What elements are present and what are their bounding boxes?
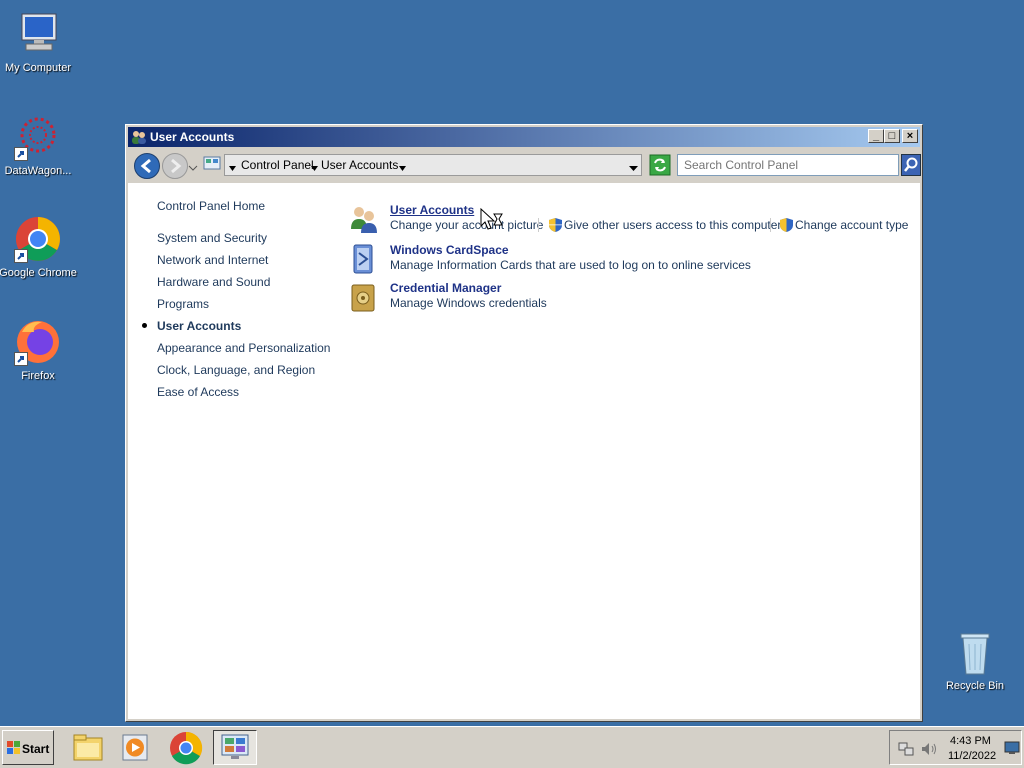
task-title-credential-manager[interactable]: Credential Manager (390, 281, 501, 295)
close-button[interactable]: × (902, 129, 918, 143)
taskbar-app-chrome[interactable] (164, 730, 208, 765)
close-icon: × (906, 130, 914, 142)
desktop-icon-firefox[interactable]: Firefox (0, 318, 78, 382)
clock-date[interactable]: 11/2/2022 (948, 750, 996, 762)
minimize-button[interactable]: _ (868, 129, 884, 143)
desktop-icon-label: Google Chrome (0, 267, 77, 279)
title-bar[interactable]: User Accounts _ □ × (128, 127, 920, 147)
address-field[interactable]: Control Panel User Accounts (224, 154, 642, 176)
desktop-icon-label: Firefox (21, 370, 55, 382)
nav-item-appearance-and-personalization[interactable]: Appearance and Personalization (157, 341, 330, 355)
desktop-icon-chrome[interactable]: Google Chrome (0, 215, 78, 279)
my-computer-icon (14, 10, 62, 58)
task-link-manage-information-cards[interactable]: Manage Information Cards that are used t… (390, 258, 751, 272)
desktop-icon-label: DataWagon... (4, 165, 72, 177)
breadcrumb-chevron-icon[interactable] (399, 161, 406, 175)
minimize-icon: _ (872, 130, 880, 142)
breadcrumb-chevron-icon[interactable] (311, 161, 318, 175)
search-icon (904, 157, 918, 172)
maximize-icon: □ (888, 130, 896, 142)
nav-item-programs[interactable]: Programs (157, 297, 209, 311)
uac-shield-icon (549, 218, 562, 232)
nav-item-clock-language-region[interactable]: Clock, Language, and Region (157, 363, 315, 377)
back-arrow-icon (140, 158, 151, 174)
shortcut-arrow-icon (14, 249, 28, 263)
refresh-icon (649, 154, 671, 176)
file-explorer-icon (73, 734, 103, 761)
current-item-bullet (142, 323, 147, 328)
users-icon (348, 203, 380, 235)
task-title-user-accounts[interactable]: User Accounts (390, 203, 474, 217)
task-title-windows-cardspace[interactable]: Windows CardSpace (390, 243, 509, 257)
taskbar-app-file-explorer[interactable] (66, 730, 110, 765)
media-player-icon (122, 734, 148, 761)
search-button[interactable] (901, 154, 921, 176)
shortcut-arrow-icon (14, 352, 28, 366)
nav-item-system-and-security[interactable]: System and Security (157, 231, 267, 245)
nav-item-network-and-internet[interactable]: Network and Internet (157, 253, 268, 267)
address-dropdown-icon[interactable] (629, 161, 638, 175)
nav-item-hardware-and-sound[interactable]: Hardware and Sound (157, 275, 270, 289)
nav-item-ease-of-access[interactable]: Ease of Access (157, 385, 239, 399)
recycle-bin-label: Recycle Bin (945, 680, 1005, 692)
firefox-icon (14, 318, 62, 366)
show-desktop-icon[interactable] (1004, 741, 1020, 758)
volume-icon[interactable] (920, 741, 938, 760)
nav-control-panel-home[interactable]: Control Panel Home (157, 199, 265, 213)
breadcrumb-chevron-icon[interactable] (229, 161, 236, 175)
start-button[interactable]: Start (2, 730, 54, 765)
nav-item-user-accounts[interactable]: User Accounts (157, 319, 241, 333)
desktop-icon-recycle-bin[interactable]: Recycle Bin (939, 630, 1011, 692)
desktop-icon-datawagon[interactable]: DataWagon... (0, 113, 78, 177)
control-panel-icon (221, 734, 249, 759)
window-title: User Accounts (150, 130, 235, 144)
desktop-icon-my-computer[interactable]: My Computer (0, 10, 78, 74)
start-label: Start (22, 742, 50, 756)
chrome-icon (14, 215, 62, 263)
desktop-icon-label: My Computer (4, 62, 72, 74)
recycle-bin-icon (955, 630, 995, 676)
recent-pages-chevron-icon[interactable] (188, 161, 198, 175)
credential-vault-icon (348, 281, 380, 313)
cardspace-icon (348, 243, 380, 275)
chrome-icon (170, 731, 203, 765)
windows-logo-icon (7, 741, 21, 755)
link-separator (538, 218, 539, 232)
taskbar-app-control-panel[interactable] (213, 730, 257, 765)
address-toolbar: Control Panel User Accounts (128, 149, 921, 181)
shortcut-arrow-icon (14, 147, 28, 161)
search-input[interactable] (677, 154, 899, 176)
task-link-change-picture[interactable]: Change your account picture (390, 218, 543, 232)
system-tray: 4:43 PM 11/2/2022 (889, 730, 1022, 765)
content-area: Control Panel Home System and Security N… (128, 183, 920, 719)
breadcrumb-control-panel[interactable]: Control Panel (241, 158, 314, 172)
breadcrumb-user-accounts[interactable]: User Accounts (321, 158, 398, 172)
maximize-button[interactable]: □ (884, 129, 900, 143)
refresh-button[interactable] (649, 154, 671, 176)
task-link-give-access[interactable]: Give other users access to this computer (564, 218, 781, 232)
user-accounts-icon (131, 129, 147, 145)
control-panel-icon (202, 154, 222, 176)
forward-arrow-icon (171, 158, 182, 174)
control-panel-window: User Accounts _ □ × Control Panel User A… (125, 124, 923, 722)
link-separator (770, 218, 771, 232)
task-link-manage-windows-credentials[interactable]: Manage Windows credentials (390, 296, 547, 310)
network-icon[interactable] (898, 741, 914, 760)
taskbar-app-media-player[interactable] (113, 730, 157, 765)
back-button[interactable] (134, 153, 160, 179)
clock-time[interactable]: 4:43 PM (950, 735, 991, 747)
datawagon-icon (14, 113, 62, 161)
forward-button[interactable] (162, 153, 188, 179)
task-link-change-account-type[interactable]: Change account type (795, 218, 908, 232)
uac-shield-icon (780, 218, 793, 232)
mouse-cursor-icon (480, 207, 504, 232)
taskbar: Start 4:43 PM 11/2/2022 (0, 726, 1024, 768)
